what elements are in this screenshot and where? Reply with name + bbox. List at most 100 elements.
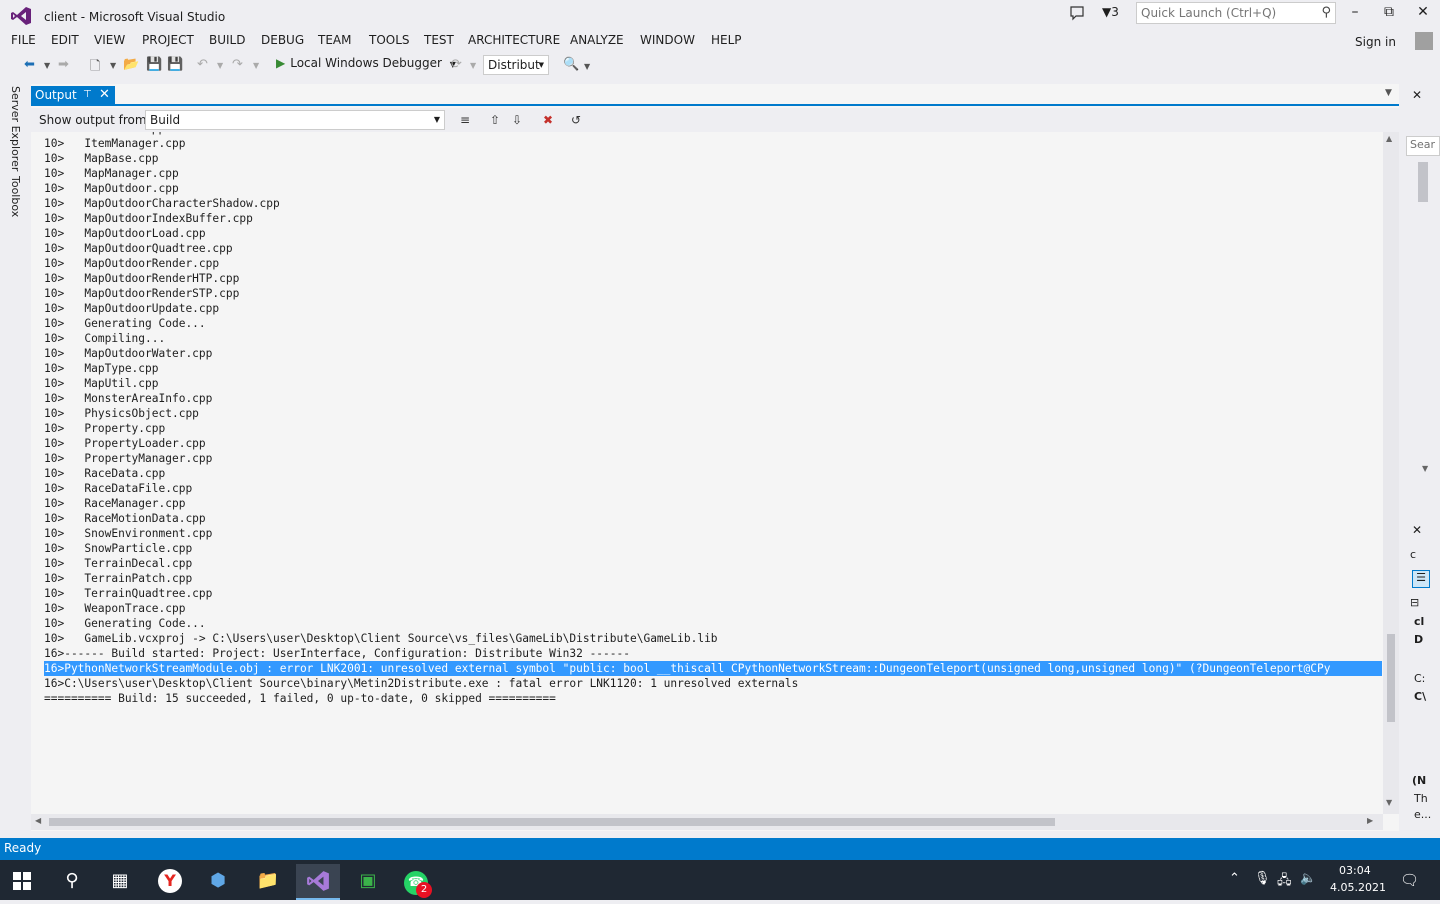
next-message-icon[interactable]: ⇩ [512,113,522,127]
sign-in-link[interactable]: Sign in [1355,35,1396,49]
output-line[interactable]: 10> MapOutdoorRenderSTP.cpp [44,286,1382,301]
vertical-scrollbar[interactable]: ▲ ▼ [1383,132,1399,814]
close-icon[interactable]: ✕ [99,87,110,102]
vertical-scroll-thumb[interactable] [1387,634,1395,722]
solution-configuration-select[interactable]: Distribut ▼ [483,55,549,75]
scroll-right-icon[interactable]: ▶ [1367,816,1373,825]
output-line[interactable]: 10> MapOutdoorIndexBuffer.cpp [44,211,1382,226]
properties-icon[interactable]: ☰ [1412,570,1430,588]
find-message-in-code-icon[interactable]: ≡ [460,113,470,127]
output-line[interactable]: 10> RaceManager.cpp [44,496,1382,511]
horizontal-scrollbar[interactable]: ◀ ▶ [31,814,1383,830]
taskbar-visual-studio[interactable] [296,864,340,900]
output-line[interactable]: 10> MonsterAreaInfo.cpp [44,391,1382,406]
maximize-button[interactable]: ⧉ [1374,4,1404,24]
search-button[interactable]: ⚲ [50,864,94,900]
forward-icon[interactable]: ➡ [58,57,69,72]
output-line[interactable]: 10> MapOutdoorUpdate.cpp [44,301,1382,316]
output-line[interactable]: 10> PropertyManager.cpp [44,451,1382,466]
taskbar-file-explorer[interactable]: 📁 [246,864,290,900]
back-dropdown-icon[interactable]: ▼ [44,61,50,70]
save-all-icon[interactable]: 💾 [167,57,183,72]
open-file-icon[interactable]: 📂 [123,57,139,72]
output-line[interactable]: 16>------ Build started: Project: UserIn… [44,646,1382,661]
taskbar-yandex-browser[interactable]: Y [148,864,192,900]
collapse-icon[interactable]: ⊟ [1410,596,1419,609]
menu-tools[interactable]: TOOLS [369,33,410,47]
output-line[interactable]: 10> MapOutdoorLoad.cpp [44,226,1382,241]
output-line[interactable]: 10> MapOutdoor.cpp [44,181,1382,196]
output-line[interactable]: 10> MapOutdoorCharacterShadow.cpp [44,196,1382,211]
output-line[interactable]: 10> TerrainDecal.cpp [44,556,1382,571]
undo-icon[interactable]: ↶ [197,57,208,72]
window-position-dropdown-icon[interactable]: ▼ [1385,88,1392,98]
menu-help[interactable]: HELP [711,33,742,47]
show-hidden-icons-icon[interactable]: ⌃ [1229,871,1240,886]
close-button[interactable]: ✕ [1408,4,1438,24]
task-view-button[interactable]: ▦ [98,864,142,900]
output-line[interactable]: ========== Build: 15 succeeded, 1 failed… [44,691,1382,706]
feedback-icon[interactable] [1069,5,1085,21]
redo-dropdown-icon[interactable]: ▼ [253,61,259,70]
output-source-select[interactable]: Build ▼ [145,110,445,130]
output-line[interactable]: 10> Property.cpp [44,421,1382,436]
output-line[interactable]: 10> TerrainPatch.cpp [44,571,1382,586]
menu-debug[interactable]: DEBUG [261,33,304,47]
clock-time[interactable]: 03:04 [1339,864,1371,877]
taskbar-whatsapp[interactable]: ☎ 2 [394,864,438,900]
output-line-selected[interactable]: 16>PythonNetworkStreamModule.obj : error… [44,661,1382,676]
new-project-icon[interactable]: 🗋 [90,57,100,79]
menu-file[interactable]: FILE [11,33,36,47]
user-avatar-icon[interactable] [1415,32,1433,50]
menu-project[interactable]: PROJECT [142,33,194,47]
output-line[interactable]: 10> WeaponTrace.cpp [44,601,1382,616]
output-line[interactable]: 10> RaceDataFile.cpp [44,481,1382,496]
panel-scroll-thumb[interactable] [1418,162,1428,202]
quick-launch-box[interactable]: ⚲ [1136,2,1336,24]
output-line[interactable]: 10> SnowEnvironment.cpp [44,526,1382,541]
output-line[interactable]: 10> MapType.cpp [44,361,1382,376]
output-line[interactable]: 10> TerrainQuadtree.cpp [44,586,1382,601]
tab-output[interactable]: Output ⊤ ✕ [31,86,115,106]
taskbar-app-green[interactable]: ▣ [346,864,390,900]
horizontal-scroll-thumb[interactable] [49,818,1055,826]
output-line[interactable]: 10> MapOutdoorWater.cpp [44,346,1382,361]
output-line[interactable]: 10> Generating Code... [44,616,1382,631]
back-icon[interactable]: ⬅ [24,57,35,72]
output-line[interactable]: 10> MapOutdoorRender.cpp [44,256,1382,271]
solution-search-box[interactable]: Sear [1406,136,1440,156]
new-dropdown-icon[interactable]: ▼ [110,61,116,70]
menu-analyze[interactable]: ANALYZE [570,33,624,47]
scroll-down-icon[interactable]: ▼ [1386,798,1392,807]
close-icon[interactable]: ✕ [1412,523,1422,537]
menu-view[interactable]: VIEW [94,33,125,47]
output-line[interactable]: 10> RaceMotionData.cpp [44,511,1382,526]
scroll-left-icon[interactable]: ◀ [35,816,41,825]
toolbar-options-icon[interactable]: ▼ [584,62,590,71]
redo-icon[interactable]: ↷ [232,57,243,72]
action-center-icon[interactable]: 🗨 [1400,871,1419,889]
output-line[interactable]: 10> ItemManager.cpp [44,136,1382,151]
undo-dropdown-icon[interactable]: ▼ [217,61,223,70]
output-line[interactable]: 10> Generating Code... [44,316,1382,331]
search-icon[interactable]: ⚲ [1321,5,1331,20]
toolbox-tab[interactable]: Toolbox [9,176,22,217]
start-button[interactable] [0,864,44,900]
quick-launch-input[interactable] [1137,3,1307,23]
save-icon[interactable]: 💾 [146,57,162,72]
minimize-button[interactable]: – [1340,4,1370,24]
output-line[interactable]: 10> RaceData.cpp [44,466,1382,481]
microphone-icon[interactable]: 🎙 [1254,871,1271,886]
panel-item[interactable]: c [1410,548,1416,561]
output-line[interactable]: 10> Compiling... [44,331,1382,346]
close-icon[interactable]: ✕ [1412,88,1422,102]
volume-icon[interactable]: 🔈 [1300,871,1316,886]
previous-message-icon[interactable]: ⇧ [490,113,500,127]
menu-edit[interactable]: EDIT [51,33,79,47]
menu-window[interactable]: WINDOW [640,33,695,47]
toggle-word-wrap-icon[interactable]: ↺ [571,113,581,127]
output-line[interactable]: 10> MapManager.cpp [44,166,1382,181]
menu-test[interactable]: TEST [424,33,454,47]
network-icon[interactable]: 🖧 [1277,871,1292,893]
output-line[interactable]: 16>C:\Users\user\Desktop\Client Source\b… [44,676,1382,691]
